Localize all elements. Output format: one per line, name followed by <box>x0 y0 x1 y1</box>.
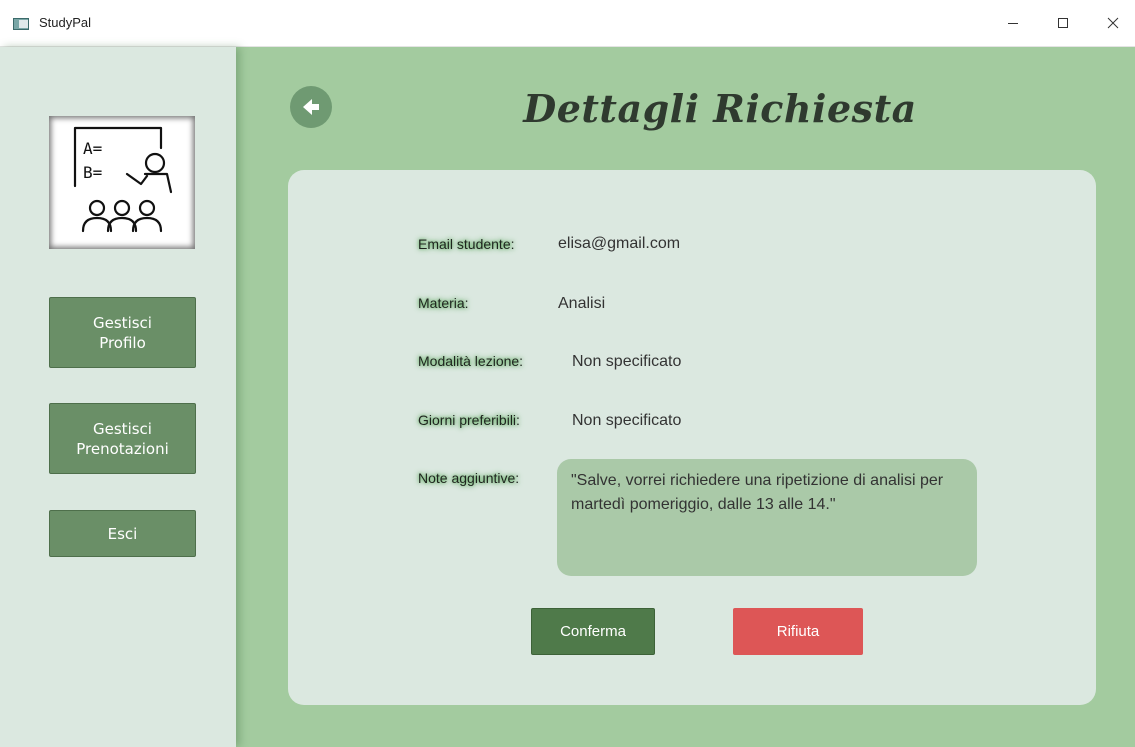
exit-button[interactable]: Esci <box>49 510 196 557</box>
manage-profile-label-line2: Profilo <box>99 333 146 352</box>
manage-profile-label-line1: Gestisci <box>93 313 152 332</box>
svg-text:B=: B= <box>83 163 102 182</box>
svg-text:A=: A= <box>83 139 102 158</box>
minimize-icon[interactable] <box>990 8 1036 38</box>
reject-button-label: Rifiuta <box>776 623 820 640</box>
close-icon[interactable] <box>1090 8 1135 38</box>
window-title: StudyPal <box>39 15 92 30</box>
subject-value: Analisi <box>558 295 606 312</box>
lesson-mode-label: Modalità lezione: <box>418 353 524 369</box>
notes-box: "Salve, vorrei richiedere una ripetizion… <box>557 459 977 576</box>
manage-profile-button[interactable]: Gestisci Profilo <box>49 297 196 368</box>
back-button[interactable] <box>290 86 332 128</box>
request-details-card <box>288 170 1096 705</box>
maximize-icon[interactable] <box>1040 8 1086 38</box>
app-icon <box>13 18 29 30</box>
sidebar: A= B= Gestisci Profilo Gestisci Prenotaz… <box>0 47 236 747</box>
page-title: Dettagli Richiesta <box>523 86 917 131</box>
reject-button[interactable]: Rifiuta <box>733 608 863 655</box>
preferred-days-value: Non specificato <box>572 412 682 429</box>
exit-button-label: Esci <box>107 524 138 543</box>
confirm-button-label: Conferma <box>560 623 626 640</box>
teacher-classroom-icon: A= B= <box>49 116 195 249</box>
confirm-button[interactable]: Conferma <box>531 608 655 655</box>
lesson-mode-value: Non specificato <box>572 353 682 370</box>
window-title-bar: StudyPal <box>0 0 1135 47</box>
email-value: elisa@gmail.com <box>558 235 681 252</box>
subject-label: Materia: <box>418 295 469 311</box>
manage-bookings-label-line1: Gestisci <box>93 419 152 438</box>
manage-bookings-button[interactable]: Gestisci Prenotazioni <box>49 403 196 474</box>
arrow-left-icon <box>303 99 319 115</box>
preferred-days-label: Giorni preferibili: <box>418 412 520 428</box>
email-label: Email studente: <box>418 236 515 252</box>
notes-label: Note aggiuntive: <box>418 470 520 486</box>
manage-bookings-label-line2: Prenotazioni <box>76 439 169 458</box>
